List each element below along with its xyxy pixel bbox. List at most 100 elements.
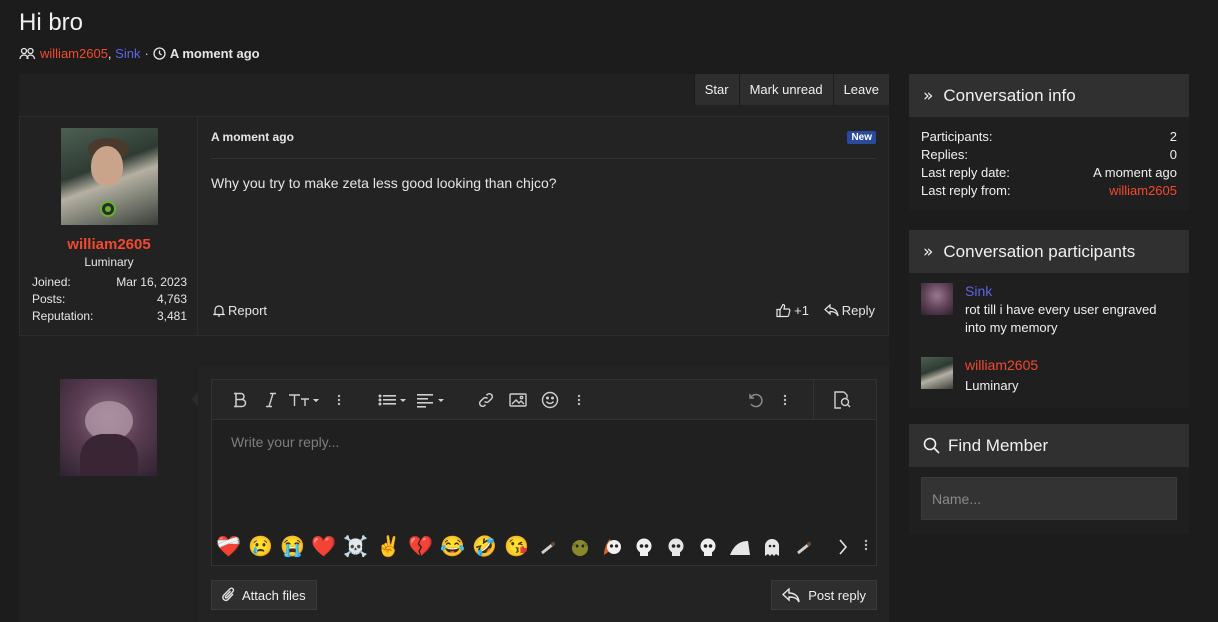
paperclip-icon — [222, 587, 242, 603]
custom-emoji-skull[interactable] — [696, 535, 720, 559]
info-label: Participants: — [921, 129, 993, 144]
users-icon — [19, 47, 36, 60]
reply-input-placeholder[interactable]: Write your reply... — [231, 434, 339, 450]
search-icon — [923, 437, 940, 454]
avatar[interactable] — [60, 379, 157, 476]
stat-value: 4,763 — [156, 292, 187, 306]
info-value: A moment ago — [1093, 165, 1177, 180]
emoji-victory-hand[interactable]: ✌️ — [376, 535, 401, 559]
undo-icon[interactable] — [746, 389, 764, 411]
author-title: Luminary — [84, 255, 134, 269]
mark-unread-button[interactable]: Mark unread — [738, 74, 833, 105]
more-options-icon[interactable] — [334, 389, 344, 411]
info-value: 2 — [1169, 129, 1177, 144]
thumbs-up-icon — [776, 303, 794, 318]
participants-title: Conversation participants — [943, 241, 1136, 261]
custom-emoji-wave[interactable] — [728, 535, 752, 559]
meta-separator: · — [144, 46, 149, 61]
bell-icon — [213, 304, 228, 317]
participant-subtitle: Luminary — [965, 378, 1019, 393]
post-reply-button[interactable]: Post reply — [771, 580, 877, 610]
conversation-info-header: » Conversation info — [909, 74, 1189, 117]
align-icon[interactable] — [416, 389, 446, 411]
participant-name-sink[interactable]: Sink — [965, 283, 992, 299]
message-user-panel: william2605 Luminary Joined: Mar 16, 2023… — [20, 117, 198, 335]
find-member-block: Find Member — [909, 424, 1189, 534]
reply-user-panel — [19, 366, 199, 622]
reaction-count: +1 — [794, 303, 809, 318]
last-reply-user-link[interactable]: william2605 — [1109, 183, 1177, 201]
find-member-title: Find Member — [948, 435, 1049, 455]
message-body: A moment ago New Why you try to make zet… — [199, 117, 888, 335]
participant-subtitle: rot till i have every user engraved into… — [965, 302, 1157, 335]
chevron-right-icon[interactable] — [838, 538, 848, 556]
thread-time: A moment ago — [169, 46, 260, 61]
avatar[interactable] — [921, 283, 953, 315]
smiley-icon[interactable] — [541, 389, 559, 411]
more-options-icon[interactable] — [780, 389, 790, 411]
message-date[interactable]: A moment ago — [211, 130, 294, 144]
emoji-bar: ❤️‍🩹 😢 😭 ❤️ ☠️ ✌️ 💔 😂 🤣 😘 — [212, 532, 876, 564]
reply-icon — [782, 587, 808, 603]
message-text: Why you try to make zeta less good looki… — [211, 175, 557, 191]
emoji-tears-of-joy[interactable]: 😂 — [440, 535, 465, 559]
custom-emoji-shrek[interactable] — [568, 535, 592, 559]
bold-icon[interactable] — [232, 389, 248, 411]
reply-icon — [823, 304, 842, 317]
participant-name-william2605[interactable]: william2605 — [965, 357, 1038, 373]
report-label: Report — [228, 303, 268, 318]
preview-icon[interactable] — [832, 389, 852, 411]
editor-container: Write your reply... ❤️‍🩹 😢 😭 ❤️ ☠️ ✌️ 💔 … — [198, 366, 889, 622]
editor-toolbar — [212, 380, 876, 420]
emoji-skull-crossbones[interactable]: ☠️ — [343, 535, 368, 559]
reply-editor[interactable]: Write your reply... ❤️‍🩹 😢 😭 ❤️ ☠️ ✌️ 💔 … — [211, 379, 877, 566]
custom-emoji-brush[interactable] — [536, 535, 560, 559]
attach-files-label: Attach files — [242, 587, 306, 603]
avatar[interactable] — [921, 357, 953, 389]
attach-files-button[interactable]: Attach files — [211, 580, 317, 610]
star-button[interactable]: Star — [693, 74, 739, 105]
quick-reply: Write your reply... ❤️‍🩹 😢 😭 ❤️ ☠️ ✌️ 💔 … — [19, 366, 889, 622]
thread-meta: william2605 , Sink · A moment ago — [19, 46, 260, 61]
clock-icon — [153, 47, 166, 60]
conversation-actions: Star Mark unread Leave — [693, 74, 889, 105]
emoji-mending-heart[interactable]: ❤️‍🩹 — [216, 535, 241, 559]
stat-label: Reputation: — [32, 309, 94, 323]
info-label: Last reply date: — [921, 165, 1010, 180]
more-options-icon[interactable] — [574, 389, 584, 411]
text-size-icon[interactable] — [288, 389, 320, 411]
custom-emoji-skull[interactable] — [664, 535, 688, 559]
emoji-red-heart[interactable]: ❤️ — [311, 535, 336, 559]
info-label: Last reply from: — [921, 183, 1011, 198]
leave-button[interactable]: Leave — [832, 74, 889, 105]
find-member-header: Find Member — [909, 424, 1189, 467]
emoji-loudly-crying-face[interactable]: 😭 — [280, 535, 305, 559]
participant-link-william2605[interactable]: william2605 — [40, 46, 108, 61]
list-icon[interactable] — [378, 389, 408, 411]
participant-link-sink[interactable]: Sink — [115, 46, 140, 61]
participant-item: Sink rot till i have every user engraved… — [921, 283, 1181, 343]
emoji-kissing-face[interactable]: 😘 — [504, 535, 529, 559]
reply-button[interactable]: Reply — [823, 303, 875, 318]
emoji-broken-heart[interactable]: 💔 — [408, 535, 433, 559]
message-author[interactable]: william2605 — [20, 236, 198, 253]
image-icon[interactable] — [509, 389, 527, 411]
report-button[interactable]: Report — [213, 303, 267, 318]
double-chevron-icon: » — [923, 241, 934, 262]
emoji-crying-face[interactable]: 😢 — [248, 535, 273, 559]
link-icon[interactable] — [477, 389, 495, 411]
custom-emoji-skull-fire[interactable] — [600, 535, 624, 559]
page-title: Hi bro — [19, 9, 84, 36]
custom-emoji-skull[interactable] — [632, 535, 656, 559]
conversation-participants-block: » Conversation participants Sink rot til… — [909, 230, 1189, 408]
stat-value: 3,481 — [156, 309, 187, 323]
italic-icon[interactable] — [264, 389, 278, 411]
reaction-button[interactable]: +1 — [776, 303, 809, 318]
custom-emoji-brush[interactable] — [792, 535, 816, 559]
more-options-icon[interactable] — [864, 538, 868, 552]
conversation-info-rows: Participants: 2 Replies: 0 Last reply date… — [909, 117, 1189, 201]
emoji-rofl[interactable]: 🤣 — [472, 535, 497, 559]
post-reply-label: Post reply — [808, 587, 866, 603]
custom-emoji-ghost[interactable] — [760, 535, 784, 559]
find-member-input[interactable] — [921, 477, 1177, 520]
